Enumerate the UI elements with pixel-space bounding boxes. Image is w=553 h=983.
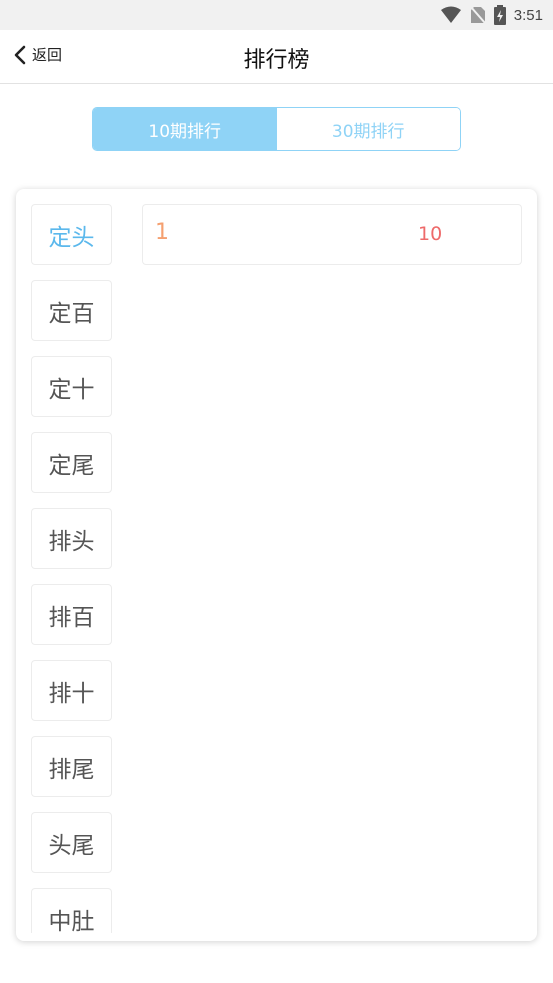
category-item-paitou[interactable]: 排头 xyxy=(31,508,112,569)
status-time: 3:51 xyxy=(513,6,543,24)
category-list[interactable]: 定头 定百 定十 定尾 排头 排百 排十 排尾 头尾 中肚 xyxy=(31,204,113,933)
no-sim-icon xyxy=(470,6,486,24)
wifi-icon xyxy=(440,6,461,23)
category-item-dingwei[interactable]: 定尾 xyxy=(31,432,112,493)
result-row: 1 10 xyxy=(142,204,522,265)
category-item-zhongdu[interactable]: 中肚 xyxy=(31,888,112,933)
status-icons: 3:51 xyxy=(440,5,543,25)
category-item-paishi[interactable]: 排十 xyxy=(31,660,112,721)
battery-charging-icon xyxy=(493,5,506,25)
period-tabs: 10期排行 30期排行 xyxy=(92,107,461,151)
category-item-dingtou[interactable]: 定头 xyxy=(31,204,112,265)
nav-bar: 返回 排行榜 xyxy=(0,30,553,84)
tab-30-periods[interactable]: 30期排行 xyxy=(276,108,460,150)
category-item-dingshi[interactable]: 定十 xyxy=(31,356,112,417)
category-item-paiwei[interactable]: 排尾 xyxy=(31,736,112,797)
ranking-card: 定头 定百 定十 定尾 排头 排百 排十 排尾 头尾 中肚 1 10 xyxy=(16,189,537,941)
category-item-paibai[interactable]: 排百 xyxy=(31,584,112,645)
result-rank: 1 xyxy=(155,220,169,245)
page-title: 排行榜 xyxy=(243,48,310,73)
tab-10-periods[interactable]: 10期排行 xyxy=(93,108,277,150)
status-bar: 3:51 xyxy=(0,0,553,30)
result-value: 10 xyxy=(418,223,443,245)
category-item-touwei[interactable]: 头尾 xyxy=(31,812,112,873)
category-item-dingbai[interactable]: 定百 xyxy=(31,280,112,341)
